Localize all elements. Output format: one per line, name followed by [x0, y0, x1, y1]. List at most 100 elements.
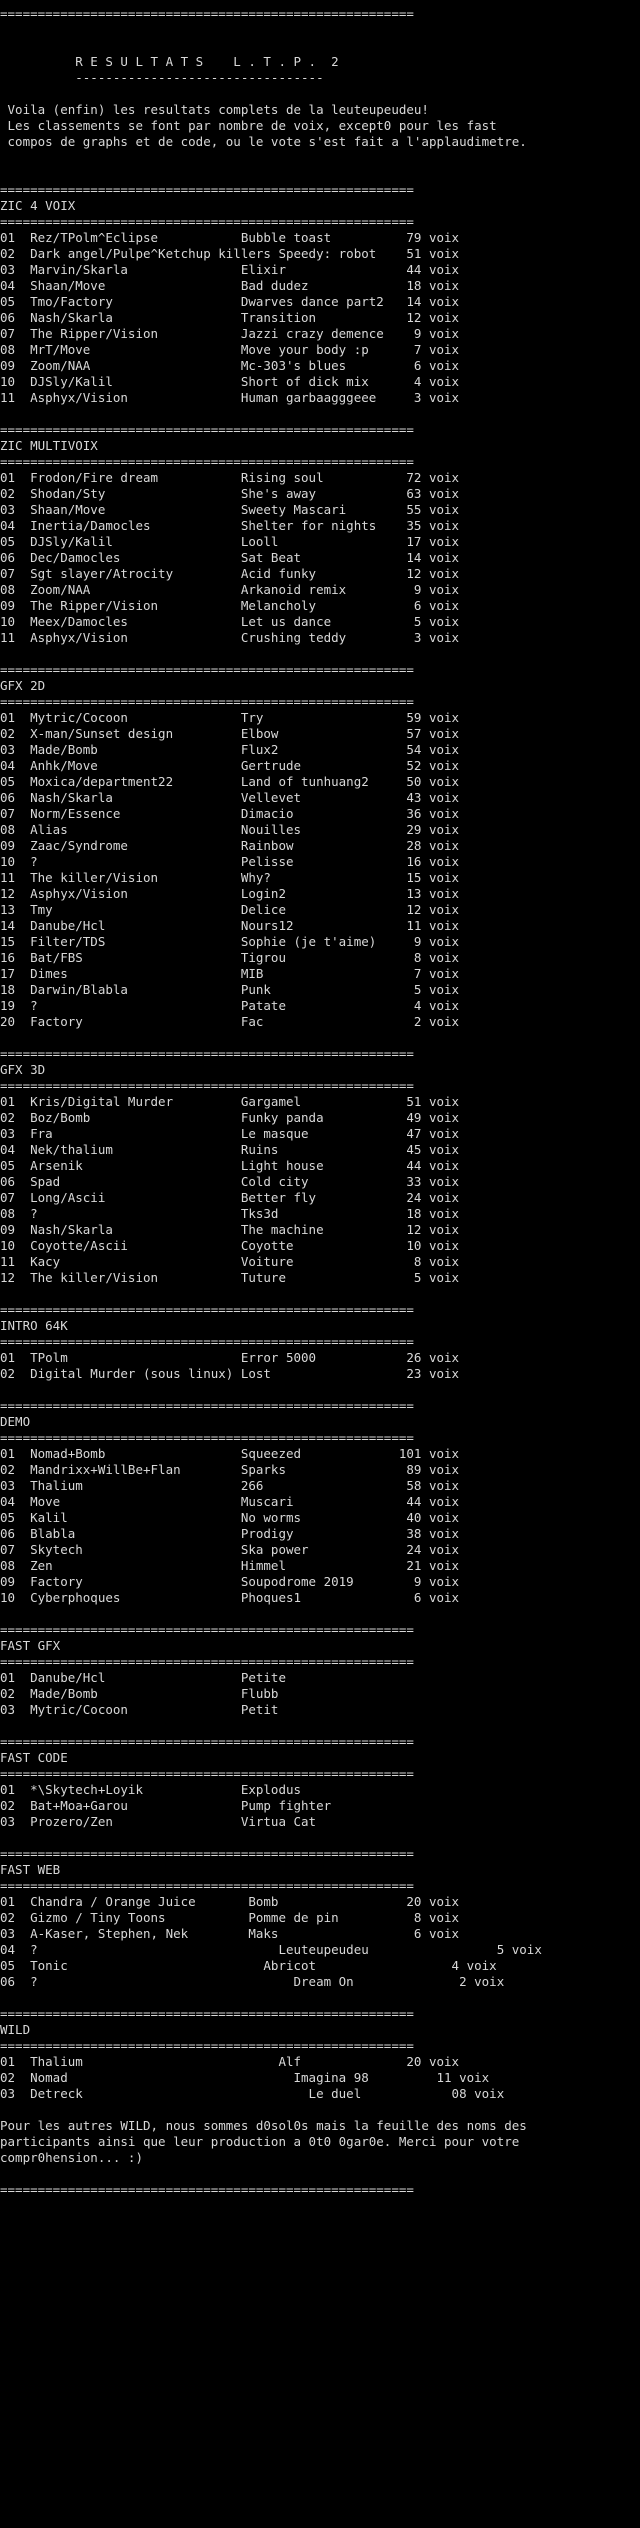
- text-line: 01 TPolm Error 5000 26 voix: [0, 1350, 460, 1365]
- text-line: 01 Nomad+Bomb Squeezed 101 voix: [0, 1446, 460, 1461]
- text-line: 03 Mytric/Cocoon Petit: [0, 1702, 279, 1717]
- text-line: 02 Bat+Moa+Garou Pump fighter: [0, 1798, 332, 1813]
- text-line: 10 Meex/Damocles Let us dance 5 voix: [0, 614, 460, 629]
- text-line: 07 Skytech Ska power 24 voix: [0, 1542, 460, 1557]
- text-line: 03 Prozero/Zen Virtua Cat: [0, 1814, 317, 1829]
- text-line: 05 Tmo/Factory Dwarves dance part2 14 vo…: [0, 294, 460, 309]
- text-line: 05 Moxica/department22 Land of tunhuang2…: [0, 774, 460, 789]
- text-line: 06 Nash/Skarla Transition 12 voix: [0, 310, 460, 325]
- text-line: 01 Mytric/Cocoon Try 59 voix: [0, 710, 460, 725]
- text-line: 09 Factory Soupodrome 2019 9 voix: [0, 1574, 460, 1589]
- separator-line: ========================================…: [0, 2182, 414, 2197]
- text-line: 10 ? Pelisse 16 voix: [0, 854, 460, 869]
- text-line: ZIC MULTIVOIX: [0, 438, 98, 453]
- text-line: 05 DJSly/Kalil Looll 17 voix: [0, 534, 460, 549]
- text-line: 15 Filter/TDS Sophie (je t'aime) 9 voix: [0, 934, 460, 949]
- text-line: 08 Zoom/NAA Arkanoid remix 9 voix: [0, 582, 460, 597]
- separator-line: ========================================…: [0, 6, 414, 21]
- text-line: DEMO: [0, 1414, 31, 1429]
- text-line: 01 Thalium Alf 20 voix: [0, 2054, 460, 2069]
- text-line: 10 Coyotte/Ascii Coyotte 10 voix: [0, 1238, 460, 1253]
- text-line: 03 Fra Le masque 47 voix: [0, 1126, 460, 1141]
- text-line: 06 Nash/Skarla Vellevet 43 voix: [0, 790, 460, 805]
- text-line: 04 Anhk/Move Gertrude 52 voix: [0, 758, 460, 773]
- text-line: 05 Kalil No worms 40 voix: [0, 1510, 460, 1525]
- text-line: 09 Zoom/NAA Mc-303's blues 6 voix: [0, 358, 460, 373]
- text-line: 12 The killer/Vision Tuture 5 voix: [0, 1270, 460, 1285]
- text-line: 08 Zen Himmel 21 voix: [0, 1558, 460, 1573]
- text-line: 09 Zaac/Syndrome Rainbow 28 voix: [0, 838, 460, 853]
- text-line: WILD: [0, 2022, 31, 2037]
- text-line: 08 MrT/Move Move your body :p 7 voix: [0, 342, 460, 357]
- text-line: 07 The Ripper/Vision Jazzi crazy demence…: [0, 326, 460, 341]
- text-line: 02 X-man/Sunset design Elbow 57 voix: [0, 726, 460, 741]
- separator-line: ========================================…: [0, 2006, 414, 2021]
- separator-line: ========================================…: [0, 1046, 414, 1061]
- text-line: 06 Spad Cold city 33 voix: [0, 1174, 460, 1189]
- text-line: 07 Norm/Essence Dimacio 36 voix: [0, 806, 460, 821]
- separator-line: ========================================…: [0, 1878, 414, 1893]
- text-line: 11 Kacy Voiture 8 voix: [0, 1254, 460, 1269]
- text-line: 01 *\Skytech+Loyik Explodus: [0, 1782, 302, 1797]
- text-line: 03 Made/Bomb Flux2 54 voix: [0, 742, 460, 757]
- text-line: compos de graphs et de code, ou le vote …: [0, 134, 527, 149]
- text-line: 01 Rez/TPolm^Eclipse Bubble toast 79 voi…: [0, 230, 460, 245]
- text-line: participants ainsi que leur production a…: [0, 2134, 520, 2149]
- text-line: GFX 3D: [0, 1062, 46, 1077]
- text-line: 03 Marvin/Skarla Elixir 44 voix: [0, 262, 460, 277]
- text-line: 03 Thalium 266 58 voix: [0, 1478, 460, 1493]
- text-line: 11 Asphyx/Vision Crushing teddy 3 voix: [0, 630, 460, 645]
- separator-line: ========================================…: [0, 1734, 414, 1749]
- text-line: 09 The Ripper/Vision Melancholy 6 voix: [0, 598, 460, 613]
- text-line: 10 DJSly/Kalil Short of dick mix 4 voix: [0, 374, 460, 389]
- text-line: 04 Shaan/Move Bad dudez 18 voix: [0, 278, 460, 293]
- text-line: 03 A-Kaser, Stephen, Nek Maks 6 voix: [0, 1926, 460, 1941]
- text-line: 01 Chandra / Orange Juice Bomb 20 voix: [0, 1894, 460, 1909]
- text-line: ZIC 4 VOIX: [0, 198, 76, 213]
- separator-line: ========================================…: [0, 1334, 414, 1349]
- separator-line: ========================================…: [0, 1398, 414, 1413]
- text-line: FAST CODE: [0, 1750, 68, 1765]
- text-line: 10 Cyberphoques Phoques1 6 voix: [0, 1590, 460, 1605]
- text-line: 04 Inertia/Damocles Shelter for nights 3…: [0, 518, 460, 533]
- text-line: R E S U L T A T S L . T . P . 2: [0, 54, 339, 69]
- text-line: 11 Asphyx/Vision Human garbaagggeee 3 vo…: [0, 390, 460, 405]
- text-line: 19 ? Patate 4 voix: [0, 998, 460, 1013]
- separator-line: ========================================…: [0, 214, 414, 229]
- text-line: 02 Gizmo / Tiny Toons Pomme de pin 8 voi…: [0, 1910, 460, 1925]
- text-line: Les classements se font par nombre de vo…: [0, 118, 497, 133]
- text-line: 16 Bat/FBS Tigrou 8 voix: [0, 950, 460, 965]
- text-line: Voila (enfin) les resultats complets de …: [0, 102, 429, 117]
- text-line: 08 ? Tks3d 18 voix: [0, 1206, 460, 1221]
- text-line: 01 Kris/Digital Murder Gargamel 51 voix: [0, 1094, 460, 1109]
- text-line: 02 Boz/Bomb Funky panda 49 voix: [0, 1110, 460, 1125]
- text-line: FAST GFX: [0, 1638, 61, 1653]
- text-line: 06 Dec/Damocles Sat Beat 14 voix: [0, 550, 460, 565]
- separator-line: ========================================…: [0, 694, 414, 709]
- separator-line: ========================================…: [0, 454, 414, 469]
- separator-line: ========================================…: [0, 662, 414, 677]
- text-line: 02 Made/Bomb Flubb: [0, 1686, 279, 1701]
- text-line: 14 Danube/Hcl Nours12 11 voix: [0, 918, 460, 933]
- text-line: Pour les autres WILD, nous sommes d0sol0…: [0, 2118, 527, 2133]
- text-line: 12 Asphyx/Vision Login2 13 voix: [0, 886, 460, 901]
- text-line: 02 Dark angel/Pulpe^Ketchup killers Spee…: [0, 246, 460, 261]
- text-line: GFX 2D: [0, 678, 46, 693]
- text-line: 17 Dimes MIB 7 voix: [0, 966, 460, 981]
- separator-line: ========================================…: [0, 2038, 414, 2053]
- separator-line: ========================================…: [0, 182, 414, 197]
- text-line: 03 Shaan/Move Sweety Mascari 55 voix: [0, 502, 460, 517]
- text-line: FAST WEB: [0, 1862, 61, 1877]
